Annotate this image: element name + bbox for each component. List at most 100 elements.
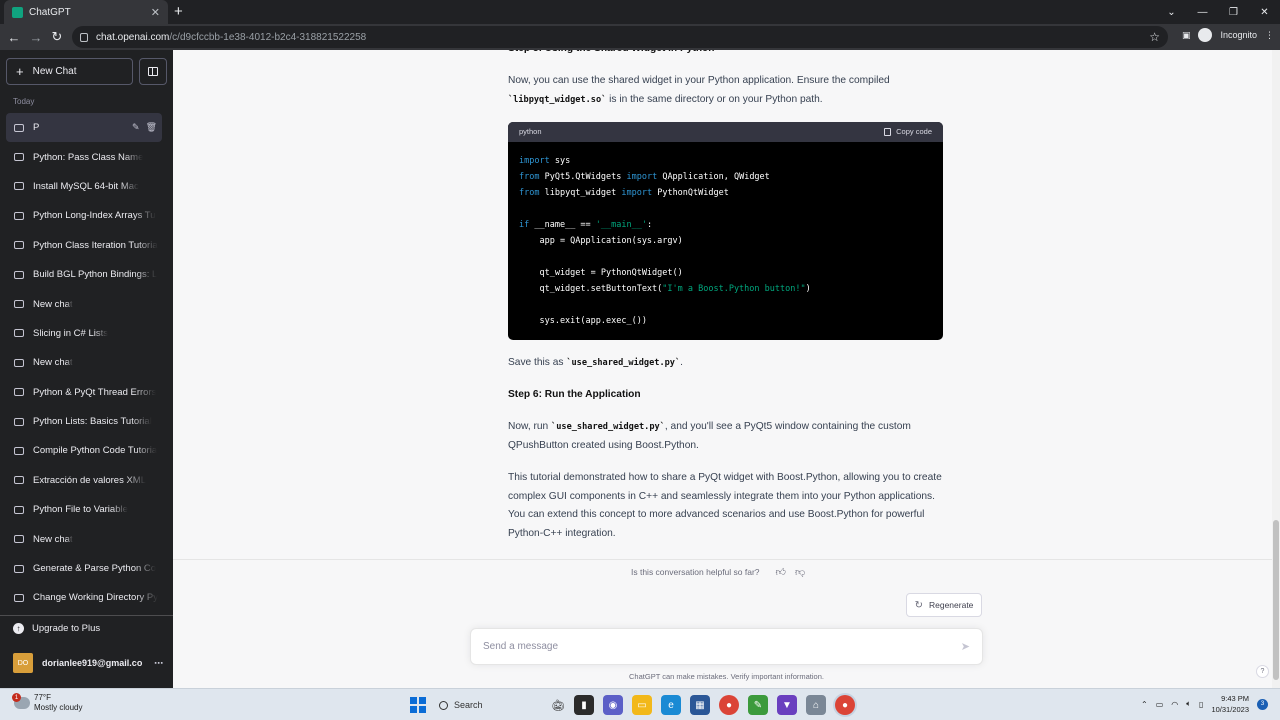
taskbar-search[interactable]: Search 🎃︎ xyxy=(435,694,565,716)
terminal-app-icon[interactable]: ▮ xyxy=(574,695,594,715)
conversation-item[interactable]: Compile Python Code Tutoria xyxy=(6,436,162,465)
regenerate-button[interactable]: ↻ Regenerate xyxy=(906,593,982,617)
chat-bubble-icon xyxy=(14,123,24,132)
network-app-icon[interactable]: ⌂ xyxy=(806,695,826,715)
minimize-icon[interactable]: — xyxy=(1187,0,1218,24)
window-close-icon[interactable]: ✕ xyxy=(1249,0,1280,24)
paragraph-text: Now, run xyxy=(508,421,552,432)
help-button[interactable]: ? xyxy=(1256,665,1269,678)
user-menu[interactable]: DO dorianlee919@gmail.co ⋯ xyxy=(13,653,163,673)
chat-bubble-icon xyxy=(14,358,24,367)
thumbs-up-icon[interactable]: 👍︎ xyxy=(776,566,786,578)
chat-bubble-icon xyxy=(14,417,24,426)
thumbs-down-icon[interactable]: 👎︎ xyxy=(795,566,805,578)
conversation-item[interactable]: Python Lists: Basics Tutorial xyxy=(6,407,162,436)
clock-date: 10/31/2023 xyxy=(1211,705,1249,714)
refresh-icon: ↻ xyxy=(914,599,923,611)
new-tab-icon[interactable]: + xyxy=(174,3,183,20)
weather-widget[interactable]: 1 77°F Mostly cloudy xyxy=(12,693,82,713)
new-chat-button[interactable]: + New Chat xyxy=(6,58,133,85)
conversation-item[interactable]: New chat xyxy=(6,524,162,553)
conversation-title: Python Lists: Basics Tutorial xyxy=(33,416,152,428)
edge-browser-icon[interactable]: e xyxy=(661,695,681,715)
code-content[interactable]: import sys from PyQt5.QtWidgets import Q… xyxy=(508,142,943,340)
display-icon[interactable]: ▭ xyxy=(1156,700,1164,709)
conversation-item[interactable]: Change Working Directory Py xyxy=(6,583,162,612)
conversation-item[interactable]: Slicing in C# Lists xyxy=(6,319,162,348)
maximize-icon[interactable]: ❐ xyxy=(1218,0,1249,24)
chrome-app-icon[interactable]: ● xyxy=(719,695,739,715)
edit-icon[interactable]: ✎ xyxy=(132,122,140,133)
side-panel-icon[interactable]: ▣ xyxy=(1182,30,1191,41)
conversation-item[interactable]: New chat xyxy=(6,348,162,377)
address-bar[interactable]: chat.openai.com/c/d9cfccbb-1e38-4012-b2c… xyxy=(72,26,1168,48)
conversation-title: P xyxy=(33,122,40,134)
conversation-title: New chat xyxy=(33,298,73,310)
chrome-active-icon[interactable]: ● xyxy=(835,695,855,715)
system-tray: ⌃ ▭ ◠ 🔈︎ ▯ 9:43 PM 10/31/2023 3 xyxy=(1141,693,1268,715)
conversation-item[interactable]: Install MySQL 64-bit Mac xyxy=(6,172,162,201)
paragraph-1: Now, you can use the shared widget in yo… xyxy=(508,72,943,109)
chat-bubble-icon xyxy=(14,270,24,279)
copy-code-button[interactable]: Copy code xyxy=(884,123,932,142)
conversation-item[interactable]: Python Long-Index Arrays Tu xyxy=(6,201,162,230)
conversation-title: Python Long-Index Arrays Tu xyxy=(33,210,156,222)
paragraph-text: . xyxy=(680,357,683,368)
more-options-icon[interactable]: ⋯ xyxy=(154,658,163,669)
inline-code: `use_shared_widget.py` xyxy=(551,422,665,432)
paragraph-text: Save this as xyxy=(508,357,567,368)
store-app-icon[interactable]: ▦ xyxy=(690,695,710,715)
back-icon[interactable]: ← xyxy=(5,28,23,46)
browser-tab[interactable]: ChatGPT ✕ xyxy=(4,0,168,24)
paragraph-text: Now, you can use the shared widget in yo… xyxy=(508,75,890,86)
teams-chat-icon[interactable]: ◉ xyxy=(603,695,623,715)
feedback-prompt: Is this conversation helpful so far? 👍︎ … xyxy=(631,566,805,578)
browser-menu-icon[interactable]: ⋮ xyxy=(1265,30,1274,41)
conversation-item[interactable]: New chat xyxy=(6,289,162,318)
conversation-item[interactable]: Python: Pass Class Name xyxy=(6,142,162,171)
notification-badge[interactable]: 3 xyxy=(1257,698,1268,710)
reload-icon[interactable]: ↻ xyxy=(48,28,66,46)
conversation-title: Generate & Parse Python Co xyxy=(33,563,157,575)
upgrade-arrow-icon: ↑ xyxy=(13,623,24,634)
wifi-icon[interactable]: ◠ xyxy=(1171,700,1178,709)
bookmark-star-icon[interactable]: ☆ xyxy=(1149,30,1160,44)
tray-overflow-icon[interactable]: ⌃ xyxy=(1141,700,1148,709)
browser-tabbar: ChatGPT ✕ + ⌄ — ❐ ✕ xyxy=(0,0,1280,24)
scrollbar[interactable] xyxy=(1272,50,1280,688)
conversation-title: Compile Python Code Tutoria xyxy=(33,445,158,457)
start-windows-icon[interactable] xyxy=(410,697,426,713)
upgrade-to-plus-button[interactable]: ↑ Upgrade to Plus xyxy=(13,623,100,634)
taskbar-search-label: Search xyxy=(454,700,483,710)
weather-temp: 77°F xyxy=(34,693,51,702)
conversation-item[interactable]: Python & PyQt Thread Errors xyxy=(6,378,162,407)
message-input[interactable] xyxy=(483,641,961,652)
scrollbar-thumb[interactable] xyxy=(1273,520,1279,680)
notepad-app-icon[interactable]: ✎ xyxy=(748,695,768,715)
file-explorer-icon[interactable]: ▭ xyxy=(632,695,652,715)
os-taskbar: 1 77°F Mostly cloudy Search 🎃︎ ▮ ◉ ▭ e ▦… xyxy=(0,688,1280,720)
new-chat-label: New Chat xyxy=(32,66,77,77)
conversation-item[interactable]: Python File to Variable xyxy=(6,495,162,524)
battery-icon[interactable]: ▯ xyxy=(1199,700,1203,709)
forward-icon[interactable]: → xyxy=(27,28,45,46)
incognito-label[interactable]: Incognito xyxy=(1220,30,1257,40)
conversation-item[interactable]: Extracción de valores XML xyxy=(6,466,162,495)
sidebar-toggle-button[interactable] xyxy=(139,58,167,85)
conversation-title: Python: Pass Class Name xyxy=(33,151,144,163)
send-icon[interactable]: ➤ xyxy=(961,640,970,653)
conversation-item[interactable]: P ✎ 🗑︎ xyxy=(6,113,162,143)
paragraph-3: Now, run `use_shared_widget.py`, and you… xyxy=(508,418,943,455)
tab-search-icon[interactable]: ⌄ xyxy=(1156,0,1187,24)
chat-bubble-icon xyxy=(14,241,24,250)
conversation-item[interactable]: Generate & Parse Python Co xyxy=(6,554,162,583)
trash-icon[interactable]: 🗑︎ xyxy=(146,122,157,133)
taskbar-apps: Search 🎃︎ ▮ ◉ ▭ e ▦ ● ✎ ▼ ⌂ ● xyxy=(410,694,855,716)
conversation-item[interactable]: Python Class Iteration Tutoria xyxy=(6,231,162,260)
cloud-icon: 1 xyxy=(12,693,30,709)
volume-icon[interactable]: 🔈︎ xyxy=(1186,699,1191,709)
conversation-item[interactable]: Build BGL Python Bindings: L xyxy=(6,260,162,289)
tab-close-icon[interactable]: ✕ xyxy=(151,6,160,19)
clock[interactable]: 9:43 PM 10/31/2023 xyxy=(1211,693,1249,715)
vpn-app-icon[interactable]: ▼ xyxy=(777,695,797,715)
